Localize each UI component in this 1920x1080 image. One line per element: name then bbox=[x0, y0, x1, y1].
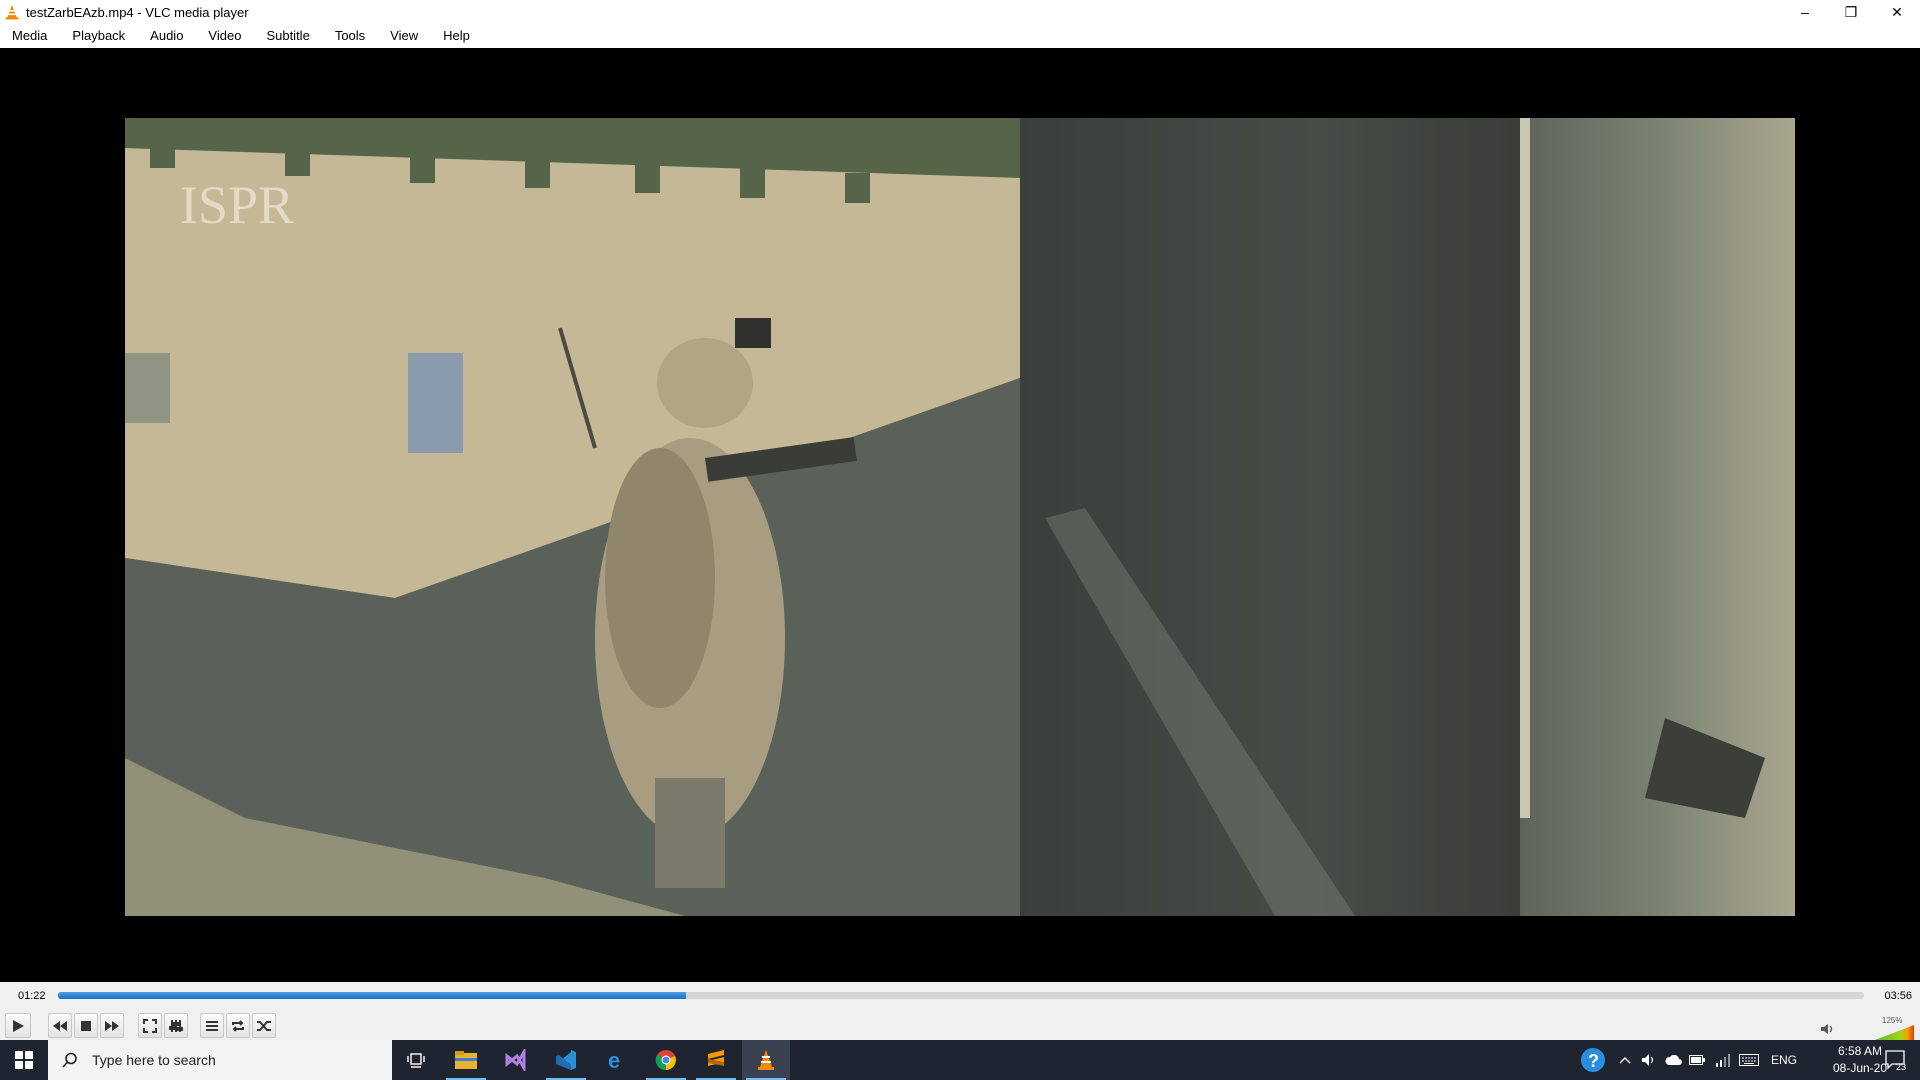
windows-logo-icon bbox=[15, 1051, 33, 1069]
menu-subtitle[interactable]: Subtitle bbox=[254, 24, 322, 48]
help-icon: ? bbox=[1581, 1048, 1605, 1072]
extended-settings-button[interactable] bbox=[164, 1013, 188, 1038]
file-explorer-icon bbox=[455, 1051, 477, 1069]
edge-icon: e bbox=[608, 1049, 620, 1071]
window-title: testZarbEAzb.mp4 - VLC media player bbox=[26, 4, 249, 20]
next-button[interactable] bbox=[100, 1013, 124, 1038]
visual-studio-icon bbox=[505, 1049, 526, 1071]
search-icon bbox=[62, 1052, 77, 1068]
taskbar-visual-studio[interactable] bbox=[492, 1040, 540, 1080]
language-indicator[interactable]: ENG bbox=[1766, 1040, 1802, 1080]
speaker-icon[interactable] bbox=[1820, 1023, 1834, 1035]
show-hidden-icons-button[interactable] bbox=[1614, 1040, 1636, 1080]
cloud-icon bbox=[1665, 1055, 1682, 1065]
loop-button[interactable] bbox=[226, 1013, 250, 1038]
stop-icon bbox=[81, 1020, 91, 1031]
taskbar-chrome[interactable] bbox=[642, 1040, 690, 1080]
battery-icon bbox=[1689, 1055, 1705, 1065]
menu-tools[interactable]: Tools bbox=[323, 24, 378, 48]
help-tray-button[interactable]: ? bbox=[1576, 1040, 1610, 1080]
stop-button[interactable] bbox=[74, 1013, 98, 1038]
vscode-icon bbox=[556, 1050, 576, 1070]
taskbar-file-explorer[interactable] bbox=[442, 1040, 490, 1080]
title-bar: testZarbEAzb.mp4 - VLC media player – ❐ … bbox=[0, 0, 1920, 24]
next-icon bbox=[105, 1020, 119, 1031]
menu-media[interactable]: Media bbox=[0, 24, 60, 48]
equalizer-icon bbox=[169, 1019, 183, 1032]
play-icon bbox=[13, 1019, 24, 1032]
random-button[interactable] bbox=[252, 1013, 276, 1038]
battery-tray-button[interactable] bbox=[1686, 1040, 1708, 1080]
keyboard-icon bbox=[1739, 1054, 1759, 1066]
seek-slider[interactable] bbox=[58, 992, 1864, 999]
video-watermark: ISPR bbox=[180, 175, 294, 235]
vlc-icon bbox=[758, 1050, 774, 1070]
chevron-up-icon bbox=[1619, 1057, 1631, 1064]
playlist-icon bbox=[206, 1020, 218, 1031]
chrome-icon bbox=[655, 1050, 676, 1071]
speaker-tray-icon bbox=[1642, 1054, 1654, 1066]
search-placeholder: Type here to search bbox=[92, 1052, 216, 1068]
network-tray-button[interactable] bbox=[1710, 1040, 1734, 1080]
taskbar-edge[interactable]: e bbox=[592, 1040, 640, 1080]
language-label: ENG bbox=[1770, 1053, 1797, 1067]
seek-progress bbox=[58, 992, 687, 999]
taskbar-search[interactable]: Type here to search bbox=[48, 1040, 392, 1080]
taskbar: Type here to search e ? ENG 6:58 AM 08-J… bbox=[0, 1040, 1920, 1080]
fullscreen-button[interactable] bbox=[138, 1013, 162, 1038]
elapsed-time: 01:22 bbox=[18, 990, 46, 1002]
menu-video[interactable]: Video bbox=[196, 24, 254, 48]
action-center-button[interactable]: 23 bbox=[1878, 1040, 1914, 1080]
menu-playback[interactable]: Playback bbox=[60, 24, 138, 48]
menu-audio[interactable]: Audio bbox=[138, 24, 196, 48]
onedrive-tray-button[interactable] bbox=[1662, 1040, 1686, 1080]
svg-text:?: ? bbox=[1588, 1051, 1599, 1071]
close-button[interactable]: ✕ bbox=[1874, 0, 1920, 24]
menu-bar: Media Playback Audio Video Subtitle Tool… bbox=[0, 24, 1920, 48]
taskbar-vlc[interactable] bbox=[742, 1040, 790, 1080]
keyboard-tray-button[interactable] bbox=[1736, 1040, 1762, 1080]
restore-button[interactable]: ❐ bbox=[1828, 0, 1874, 24]
total-time: 03:56 bbox=[1884, 990, 1912, 1002]
task-view-icon bbox=[407, 1053, 425, 1068]
menu-view[interactable]: View bbox=[378, 24, 431, 48]
taskbar-vscode[interactable] bbox=[542, 1040, 590, 1080]
vlc-cone-icon bbox=[5, 5, 19, 20]
fullscreen-icon bbox=[143, 1018, 157, 1033]
menu-help[interactable]: Help bbox=[431, 24, 483, 48]
volume-percent: 125% bbox=[1882, 1016, 1903, 1025]
shuffle-icon bbox=[257, 1020, 271, 1031]
seek-row: 01:22 03:56 bbox=[0, 982, 1920, 1008]
start-button[interactable] bbox=[0, 1040, 48, 1080]
loop-icon bbox=[232, 1019, 244, 1032]
video-frame[interactable]: ISPR bbox=[125, 118, 1795, 916]
volume-tray-button[interactable] bbox=[1638, 1040, 1660, 1080]
wifi-icon bbox=[1716, 1054, 1730, 1067]
sublime-icon bbox=[708, 1050, 724, 1066]
play-button[interactable] bbox=[5, 1013, 31, 1038]
video-scene: ISPR bbox=[125, 118, 1795, 916]
previous-button[interactable] bbox=[48, 1013, 72, 1038]
playlist-button[interactable] bbox=[200, 1013, 224, 1038]
task-view-button[interactable] bbox=[392, 1040, 440, 1080]
video-area[interactable]: ISPR bbox=[0, 48, 1920, 982]
previous-icon bbox=[53, 1020, 67, 1031]
minimize-button[interactable]: – bbox=[1782, 0, 1828, 24]
notification-count: 23 bbox=[1896, 1062, 1907, 1072]
svg-text:e: e bbox=[608, 1049, 620, 1071]
taskbar-sublime[interactable] bbox=[692, 1040, 740, 1080]
